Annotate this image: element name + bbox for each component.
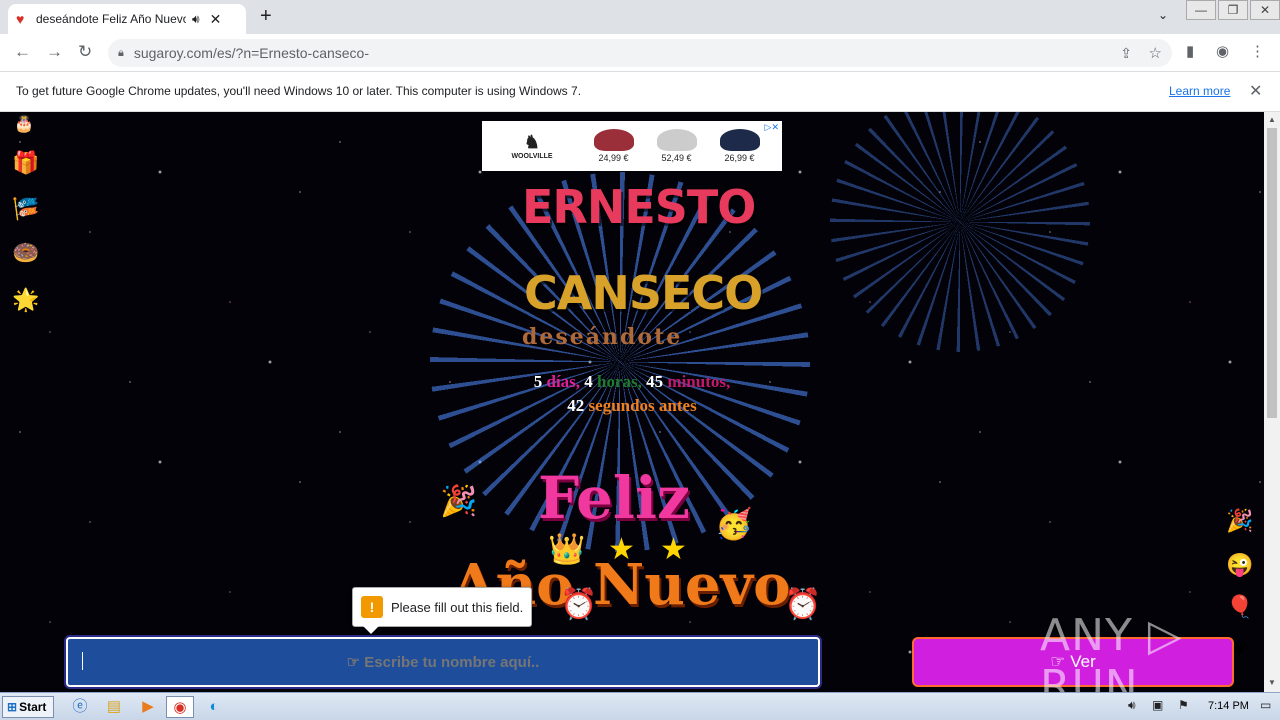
star-side-icon[interactable]: 🌟 <box>12 287 39 313</box>
countdown-minutes-number: 45 <box>646 372 664 391</box>
ad-close-icon[interactable]: ▷✕ <box>765 122 779 133</box>
volume-icon[interactable]: 🔊︎ <box>1128 698 1136 713</box>
text-caret <box>82 652 83 670</box>
window-close-icon[interactable]: ✕ <box>1250 0 1280 20</box>
countdown-minutes-label: minutos, <box>667 372 731 391</box>
scroll-down-icon[interactable]: ▼ <box>1268 678 1276 687</box>
file-explorer-icon[interactable]: ▤ <box>100 696 128 718</box>
countdown-days-label: días, <box>546 372 581 391</box>
alarm-clock-icon: ⏰ <box>560 588 598 621</box>
slipper-icon <box>656 129 697 151</box>
taskbar-clock[interactable]: 7:14 PM <box>1208 700 1249 712</box>
star-icon: ★ <box>660 533 687 566</box>
donut-icon[interactable]: 🍩 <box>12 240 39 266</box>
countdown-days-number: 5 <box>533 372 543 391</box>
network-icon[interactable]: ▣ <box>1152 698 1163 712</box>
tab-close-icon[interactable]: ✕ <box>210 11 222 28</box>
party-popper-side-icon[interactable]: 🎉 <box>1226 508 1253 534</box>
first-name-title: ERNESTO <box>522 180 756 234</box>
slipper-icon <box>719 129 760 151</box>
page-scrollbar[interactable]: ▲ ▼ <box>1264 112 1280 692</box>
browser-tab[interactable]: ♥ deseándote Feliz Año Nuevo 20 🔊︎ ✕ <box>8 4 246 34</box>
window-controls: — ❐ ✕ <box>1184 0 1280 20</box>
anyrun-watermark: ANY ▷ RUN <box>1040 610 1183 692</box>
speaker-icon[interactable]: 🔊︎ <box>192 12 200 27</box>
action-center-flag-icon[interactable]: ⚑ <box>1178 698 1189 712</box>
menu-kebab-icon[interactable]: ⋮ <box>1250 42 1265 60</box>
bunting-icon[interactable]: 🎏 <box>12 196 39 222</box>
ad-banner[interactable]: ♞ WOOLVILLE 24,99 € 52,49 € 26,99 € ▷✕ <box>482 121 782 171</box>
countdown-hours-number: 4 <box>584 372 593 391</box>
side-panel-icon[interactable]: ▮ <box>1186 42 1194 60</box>
minimize-icon[interactable]: — <box>1186 0 1216 20</box>
media-player-icon[interactable]: ▶ <box>134 696 162 718</box>
share-icon[interactable]: ⇪ <box>1120 45 1132 62</box>
slipper-icon <box>593 129 634 151</box>
validation-tooltip: ! Please fill out this field. <box>352 587 532 634</box>
restore-icon[interactable]: ❐ <box>1218 0 1248 20</box>
crown-icon: 👑 <box>548 533 586 566</box>
forward-arrow-icon[interactable]: → <box>46 42 63 62</box>
new-tab-icon[interactable]: + <box>260 5 272 28</box>
url-text[interactable]: sugaroy.com/es/?n=Ernesto-canseco- <box>134 45 369 61</box>
learn-more-link[interactable]: Learn more <box>1169 84 1230 98</box>
infobar-message: To get future Google Chrome updates, you… <box>16 84 582 98</box>
scrollbar-thumb[interactable] <box>1267 128 1277 418</box>
update-infobar: To get future Google Chrome updates, you… <box>0 72 1280 112</box>
scroll-up-icon[interactable]: ▲ <box>1268 115 1276 124</box>
infobar-close-icon[interactable]: ✕ <box>1249 81 1262 101</box>
chrome-taskbar-icon[interactable]: ◉ <box>166 696 194 718</box>
wishing-text: deseándote <box>522 324 683 350</box>
tab-strip: ♥ deseándote Feliz Año Nuevo 20 🔊︎ ✕ + ⌄… <box>0 0 1280 34</box>
star-icon: ★ <box>608 533 635 566</box>
warning-icon: ! <box>361 596 383 618</box>
countdown-seconds-label: segundos antes <box>588 396 697 415</box>
countdown-hours-label: horas, <box>597 372 642 391</box>
party-hat-icon: 🥳 <box>715 508 753 541</box>
alarm-clock-icon: ⏰ <box>784 588 822 621</box>
party-popper-icon: 🎉 <box>440 485 478 518</box>
ad-product[interactable]: 26,99 € <box>708 129 771 163</box>
sheep-logo-icon: ♞ <box>523 132 541 152</box>
ad-product[interactable]: 24,99 € <box>582 129 645 163</box>
back-arrow-icon[interactable]: ← <box>14 42 31 62</box>
edge-icon[interactable]: ◐ <box>200 696 228 718</box>
greeting-feliz: Feliz <box>538 464 690 532</box>
windows-flag-icon: ⊞ <box>7 700 18 714</box>
reload-icon[interactable]: ↻ <box>78 42 92 62</box>
profile-avatar-icon[interactable]: ◉ <box>1216 42 1229 60</box>
start-button[interactable]: ⊞ Start <box>2 696 54 718</box>
tab-search-chevron-icon[interactable]: ⌄ <box>1158 8 1168 22</box>
ad-product[interactable]: 52,49 € <box>645 129 708 163</box>
gift-icon[interactable]: 🎁 <box>12 150 39 176</box>
bookmark-star-icon[interactable]: ☆ <box>1149 44 1162 62</box>
countdown-seconds-number: 42 <box>567 396 585 415</box>
heart-favicon-icon: ♥ <box>16 11 25 27</box>
greeting-page: ♞ WOOLVILLE 24,99 € 52,49 € 26,99 € ▷✕ E… <box>0 112 1264 692</box>
countdown: 5 días, 4 horas, 45 minutos, 42 segundos… <box>470 370 794 418</box>
tab-title: deseándote Feliz Año Nuevo 20 <box>36 12 186 26</box>
address-bar[interactable]: 🔒︎ sugaroy.com/es/?n=Ernesto-canseco- ⇪ … <box>108 39 1172 67</box>
tooltip-text: Please fill out this field. <box>391 599 524 615</box>
browser-toolbar: ← → ↻ 🔒︎ sugaroy.com/es/?n=Ernesto-canse… <box>0 34 1280 72</box>
firework-burst <box>830 112 1090 352</box>
ad-brand[interactable]: ♞ WOOLVILLE <box>482 132 582 160</box>
windows-taskbar: ⊞ Start ⓔ ▤ ▶ ◉ ◐ 🔊︎ ▣ ⚑ 7:14 PM ▭ <box>0 692 1280 720</box>
cake-icon[interactable]: 🎂 <box>14 114 34 134</box>
lock-icon[interactable]: 🔒︎ <box>118 47 124 60</box>
show-desktop-icon[interactable]: ▭ <box>1260 698 1271 712</box>
last-name-title: CANSECO <box>524 266 763 320</box>
name-input[interactable] <box>66 637 820 687</box>
smiley-side-icon[interactable]: 😜 <box>1226 552 1253 578</box>
internet-explorer-icon[interactable]: ⓔ <box>66 696 94 718</box>
